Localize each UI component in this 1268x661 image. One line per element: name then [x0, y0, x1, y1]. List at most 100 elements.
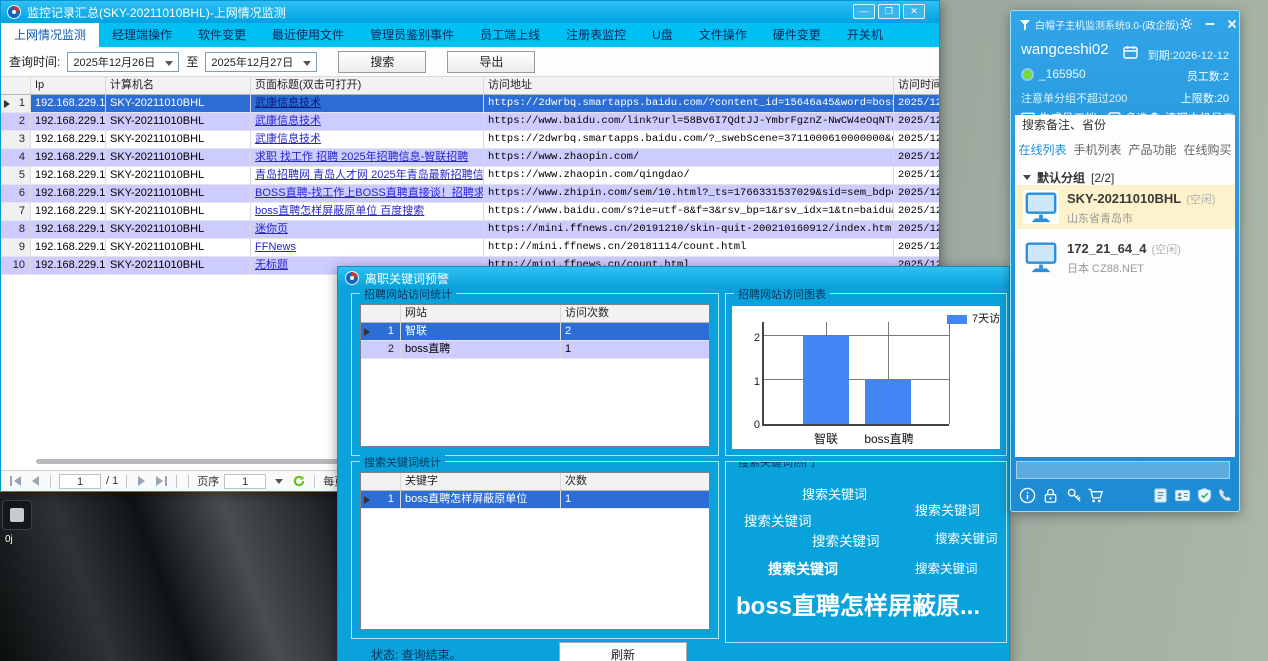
tab-usb[interactable]: U盘	[639, 23, 686, 47]
export-button[interactable]: 导出	[447, 51, 535, 73]
date-to-select[interactable]: 2025年12月27日	[205, 52, 317, 72]
tab-manager-ops[interactable]: 经理端操作	[99, 23, 185, 47]
tab-client-online[interactable]: 员工端上线	[467, 23, 553, 47]
date-from-select[interactable]: 2025年12月26日	[67, 52, 179, 72]
table-row[interactable]: 1 智联 2	[361, 323, 709, 341]
tab-online-list[interactable]: 在线列表	[1018, 141, 1066, 158]
last-page-icon[interactable]	[154, 475, 168, 487]
bar-chart: 2 1 0 智联 boss直聘 7天访问量	[732, 306, 1000, 449]
row-marker-icon	[364, 328, 370, 336]
tab-file-ops[interactable]: 文件操作	[686, 23, 760, 47]
keyword-cloud-item: 搜索关键词	[915, 558, 978, 577]
table-row[interactable]: 8 192.168.229.1 SKY-20211010BHL 迷你页 http…	[1, 221, 939, 239]
cart-icon[interactable]	[1087, 487, 1104, 504]
table-row[interactable]: 3 192.168.229.1 SKY-20211010BHL 武康信息技术 h…	[1, 131, 939, 149]
page-title-link[interactable]: 武康信息技术	[255, 97, 321, 109]
client-item[interactable]: 172_21_64_4(空闲) 日本 CZ88.NET	[1015, 235, 1235, 279]
first-page-icon[interactable]	[9, 475, 23, 487]
tab-admin-events[interactable]: 管理员鉴别事件	[357, 23, 467, 47]
dialog-icon	[345, 271, 359, 285]
main-window-title: 监控记录汇总(SKY-20211010BHL)-上网情况监测	[27, 4, 286, 21]
table-row[interactable]: 9 192.168.229.1 SKY-20211010BHL FFNews h…	[1, 239, 939, 257]
minimize-button[interactable]: —	[853, 4, 875, 19]
tab-power[interactable]: 开关机	[834, 23, 896, 47]
minimize-icon[interactable]	[1203, 17, 1217, 31]
next-page-icon[interactable]	[135, 475, 149, 487]
tab-hardware-change[interactable]: 硬件变更	[760, 23, 834, 47]
keyword-cloud-item: 搜索关键词	[802, 484, 867, 503]
table-row[interactable]: 5 192.168.229.1 SKY-20211010BHL 青岛招聘网 青岛…	[1, 167, 939, 185]
desktop: 0j 监控记录汇总(SKY-20211010BHL)-上网情况监测 — ❐ ✕ …	[0, 0, 1268, 661]
table-row[interactable]: 1 boss直聘怎样屏蔽原单位 1	[361, 491, 709, 509]
tab-strip: 上网情况监测 经理端操作 软件变更 最近使用文件 管理员鉴别事件 员工端上线 注…	[1, 23, 939, 47]
tab-internet-monitor[interactable]: 上网情况监测	[1, 23, 99, 47]
lock-icon[interactable]	[1042, 487, 1059, 504]
wallpaper	[0, 492, 338, 661]
row-marker-icon	[4, 100, 10, 108]
phone-icon[interactable]	[1217, 487, 1234, 504]
close-icon[interactable]	[1225, 17, 1239, 31]
page-order-box[interactable]: 1	[224, 474, 266, 489]
col-title[interactable]: 页面标题(双击可打开)	[251, 77, 484, 95]
resign-keyword-alert-dialog: 离职关键词预警 招聘网站访问统计 网站 访问次数 1 智联 2 2 boss直聘	[337, 266, 1010, 661]
table-row[interactable]: 4 192.168.229.1 SKY-20211010BHL 求职 找工作 招…	[1, 149, 939, 167]
site-table-header: 网站 访问次数	[361, 305, 709, 323]
tab-registry-monitor[interactable]: 注册表监控	[553, 23, 639, 47]
tab-recent-files[interactable]: 最近使用文件	[259, 23, 357, 47]
col-time[interactable]: 访问时间	[894, 77, 939, 95]
app-icon	[7, 5, 21, 19]
client-item[interactable]: SKY-20211010BHL(空闲) 山东省青岛市	[1015, 185, 1235, 229]
calendar-icon[interactable]	[1123, 45, 1138, 59]
tab-phone-list[interactable]: 手机列表	[1073, 141, 1121, 158]
page-title-link[interactable]: FFNews	[255, 241, 296, 253]
computer-icon	[1022, 239, 1060, 275]
main-window-titlebar[interactable]: 监控记录汇总(SKY-20211010BHL)-上网情况监测 — ❐ ✕	[1, 1, 939, 23]
page-title-link[interactable]: 武康信息技术	[255, 115, 321, 127]
table-row[interactable]: 2 192.168.229.1 SKY-20211010BHL 武康信息技术 h…	[1, 113, 939, 131]
table-row[interactable]: 2 boss直聘 1	[361, 341, 709, 359]
col-url[interactable]: 访问地址	[484, 77, 894, 95]
funnel-logo-icon	[1019, 19, 1031, 31]
prev-page-icon[interactable]	[28, 475, 42, 487]
page-title-link[interactable]: 求职 找工作 招聘 2025年招聘信息-智联招聘	[255, 151, 468, 163]
page-title-link[interactable]: boss直聘怎样屏蔽原单位 百度搜索	[255, 205, 424, 217]
group-header[interactable]: 默认分组 [2/2]	[1023, 169, 1114, 186]
refresh-icon[interactable]	[292, 475, 306, 487]
table-row[interactable]: 7 192.168.229.1 SKY-20211010BHL boss直聘怎样…	[1, 203, 939, 221]
shield-icon[interactable]	[1196, 487, 1213, 504]
hot-keywords-title: 搜索关键词热门	[734, 461, 819, 470]
search-input[interactable]	[1015, 115, 1235, 135]
page-title-link[interactable]: BOSS直聘-找工作上BOSS直聘直接谈！招聘求职找工...	[255, 187, 484, 199]
page-title-link[interactable]: 无标题	[255, 259, 288, 271]
quick-message-input[interactable]	[1016, 461, 1230, 479]
account-name: wangceshi02	[1021, 41, 1109, 58]
page-number-box[interactable]: 1	[59, 474, 101, 489]
table-row[interactable]: 1 192.168.229.1 SKY-20211010BHL 武康信息技术 h…	[1, 95, 939, 113]
page-title-link[interactable]: 武康信息技术	[255, 133, 321, 145]
monitor-client-panel: 白帽子主机监测系统9.0-(政企版) wangceshi02 到期:2026-1…	[1010, 10, 1240, 512]
chevron-down-icon[interactable]	[275, 479, 283, 484]
shortcut-glyph	[10, 508, 24, 522]
gear-icon[interactable]	[1179, 17, 1193, 31]
maximize-button[interactable]: ❐	[878, 4, 900, 19]
close-button[interactable]: ✕	[903, 4, 925, 19]
id-card-icon[interactable]	[1174, 487, 1191, 504]
page-total: / 1	[106, 475, 118, 487]
col-computer[interactable]: 计算机名	[106, 77, 251, 95]
tab-software-change[interactable]: 软件变更	[185, 23, 259, 47]
row-marker-icon	[364, 496, 370, 504]
col-ip[interactable]: Ip	[31, 77, 106, 95]
table-row[interactable]: 6 192.168.229.1 SKY-20211010BHL BOSS直聘-找…	[1, 185, 939, 203]
site-chart-title: 招聘网站访问图表	[734, 286, 830, 302]
tab-product-features[interactable]: 产品功能	[1128, 141, 1176, 158]
info-icon[interactable]	[1019, 487, 1036, 504]
notes-icon[interactable]	[1152, 487, 1169, 504]
page-title-link[interactable]: 青岛招聘网 青岛人才网 2025年青岛最新招聘信息-...	[255, 169, 484, 181]
key-icon[interactable]	[1066, 487, 1083, 504]
page-title-link[interactable]: 迷你页	[255, 223, 288, 235]
tab-buy-online[interactable]: 在线购买	[1183, 141, 1231, 158]
desktop-shortcut-icon[interactable]	[2, 500, 32, 530]
refresh-button[interactable]: 刷新	[559, 642, 687, 661]
site-stats-title: 招聘网站访问统计	[360, 286, 456, 302]
search-button[interactable]: 搜索	[338, 51, 426, 73]
